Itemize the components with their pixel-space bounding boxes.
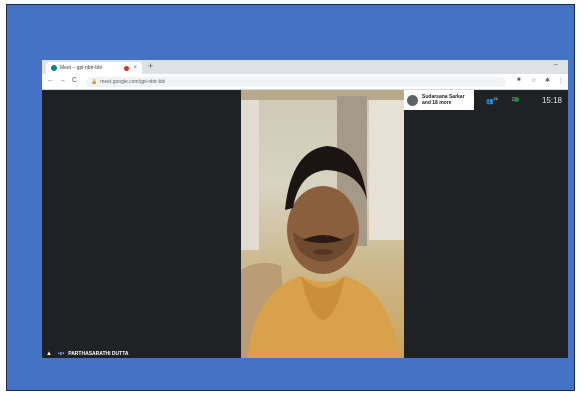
speaker-name: PARTHASARATHI DUTTA (68, 351, 129, 357)
pin-icon[interactable]: ▲ (46, 351, 52, 357)
tab-close-icon[interactable]: × (133, 65, 137, 71)
avatar (407, 94, 418, 106)
audio-level-icon: •ıı• (57, 351, 65, 357)
video-camera-icon[interactable]: ■ (517, 77, 521, 83)
address-bar[interactable]: 🔒 meet.google.com/gpi-nbtr-bbi (86, 77, 506, 87)
browser-toolbar: ← → C 🔒 meet.google.com/gpi-nbtr-bbi ■ ☆… (42, 74, 568, 90)
new-tab-button[interactable]: + (148, 61, 153, 71)
tab-meet[interactable]: Meet – gpi-nbtr-bbi × (46, 62, 142, 74)
slide-frame: Meet – gpi-nbtr-bbi × + – ← → C 🔒 meet.g… (6, 4, 575, 391)
people-icon[interactable]: 👥21 (486, 96, 498, 105)
meet-favicon-icon (51, 65, 57, 71)
menu-icon[interactable]: ⋮ (558, 77, 564, 84)
meet-top-bar: Sudarsana Sarkar and 18 more 👥21 □ 15:18 (404, 90, 568, 110)
speaker-nameplate: ▲ •ıı• PARTHASARATHI DUTTA (46, 351, 129, 357)
chat-badge (513, 97, 519, 102)
recording-dot-icon (124, 65, 130, 71)
participant-more: and 18 more (422, 100, 452, 106)
speaker-video (241, 90, 404, 358)
star-icon[interactable]: ☆ (531, 77, 536, 84)
tab-strip: Meet – gpi-nbtr-bbi × + – (42, 60, 568, 74)
reload-button[interactable]: C (72, 77, 77, 84)
meet-content: Sudarsana Sarkar and 18 more 👥21 □ 15:18… (42, 90, 568, 358)
back-button[interactable]: ← (47, 77, 54, 84)
tab-title: Meet – gpi-nbtr-bbi (60, 65, 102, 71)
participants-card[interactable]: Sudarsana Sarkar and 18 more (404, 90, 474, 110)
extensions-icon[interactable]: ✱ (545, 77, 550, 84)
minimize-button[interactable]: – (554, 60, 558, 69)
lock-icon: 🔒 (91, 79, 98, 85)
url-text: meet.google.com/gpi-nbtr-bbi (100, 79, 166, 85)
chat-icon[interactable]: □ (512, 97, 519, 103)
speaker-video-frame (241, 90, 404, 358)
browser-window: Meet – gpi-nbtr-bbi × + – ← → C 🔒 meet.g… (42, 60, 568, 358)
forward-button[interactable]: → (59, 77, 66, 84)
meeting-clock: 15:18 (541, 95, 562, 105)
